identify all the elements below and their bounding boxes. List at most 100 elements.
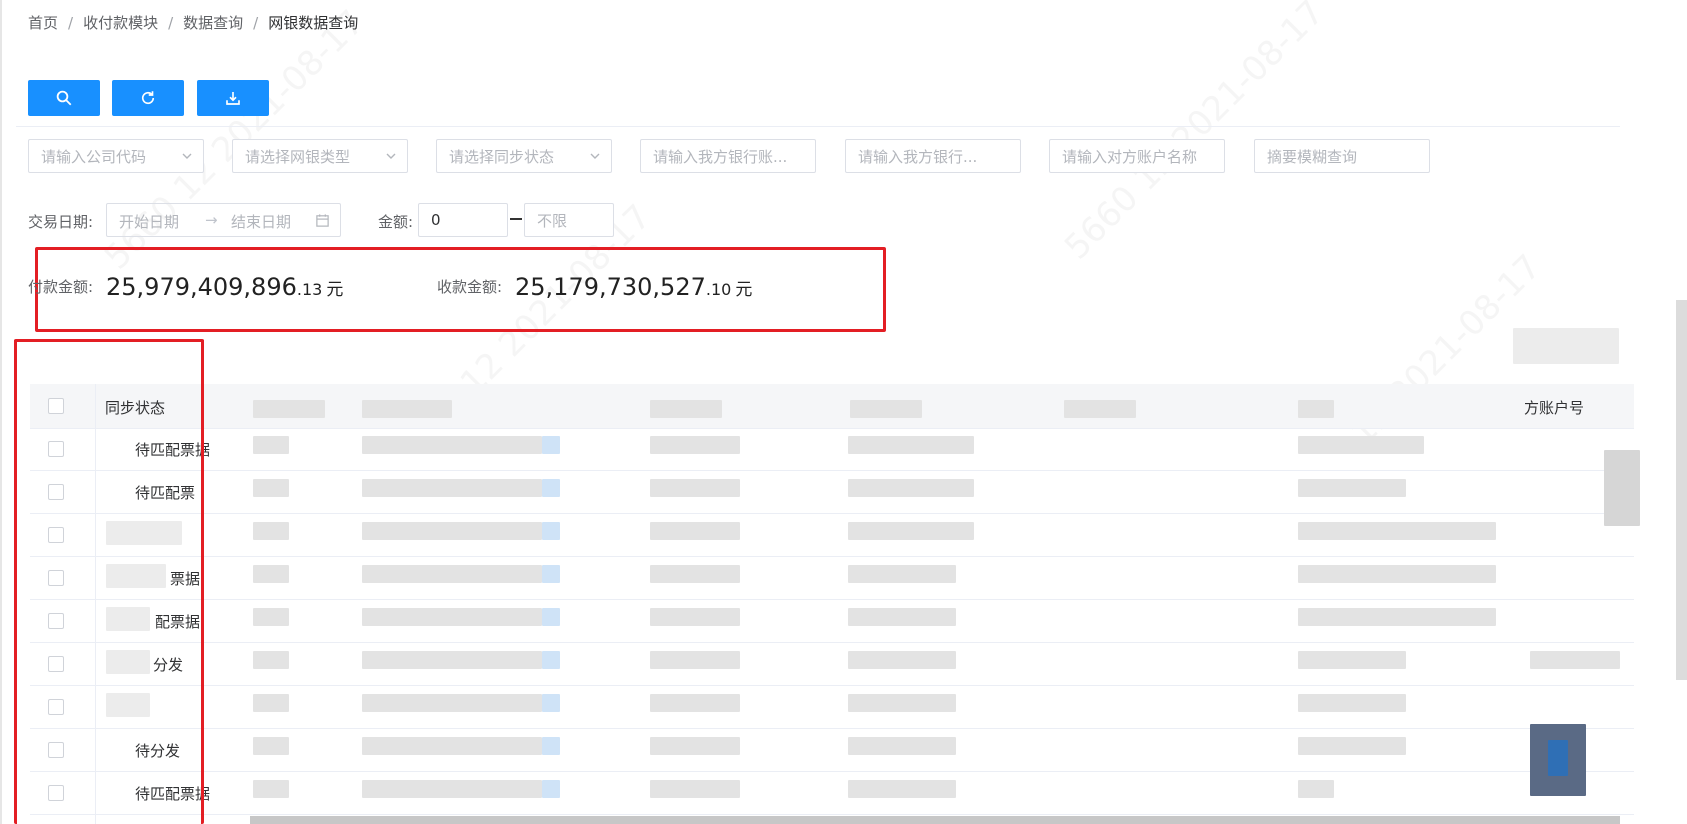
amount-label: 金额: bbox=[378, 213, 414, 231]
redacted-cell bbox=[253, 608, 289, 626]
range-arrow: → bbox=[205, 211, 218, 229]
redacted-header bbox=[1298, 400, 1334, 418]
redacted-cell bbox=[253, 651, 289, 669]
breadcrumb-separator: / bbox=[68, 13, 74, 32]
search-button[interactable] bbox=[28, 80, 100, 116]
redacted-cell bbox=[253, 565, 289, 583]
summary-search-placeholder: 摘要模糊查询 bbox=[1267, 147, 1358, 166]
bank-type-select[interactable]: 请选择网银类型 bbox=[232, 139, 408, 173]
redacted-cell bbox=[650, 608, 740, 626]
our-bank-account-input[interactable]: 请输入我方银行账... bbox=[640, 139, 816, 173]
redacted-cell bbox=[1604, 450, 1640, 526]
breadcrumb-data-query[interactable]: 数据查询 bbox=[183, 12, 243, 33]
receive-amount-integer: 25,179,730,527 bbox=[515, 273, 706, 301]
counterparty-name-input[interactable]: 请输入对方账户名称 bbox=[1049, 139, 1225, 173]
redacted-cell bbox=[1298, 608, 1496, 626]
amount-max-placeholder: 不限 bbox=[537, 211, 568, 230]
redacted-cell bbox=[362, 694, 542, 712]
search-icon bbox=[56, 90, 72, 106]
redacted-cell bbox=[650, 737, 740, 755]
our-bank-input[interactable]: 请输入我方银行... bbox=[845, 139, 1021, 173]
company-code-placeholder: 请输入公司代码 bbox=[41, 147, 147, 166]
redacted-cell bbox=[542, 651, 560, 669]
redacted-cell bbox=[848, 436, 974, 454]
sync-status-select[interactable]: 请选择同步状态 bbox=[436, 139, 612, 173]
redacted-cell bbox=[848, 694, 956, 712]
redacted-cell bbox=[1298, 479, 1406, 497]
redacted-cell bbox=[650, 479, 740, 497]
refresh-button[interactable] bbox=[112, 80, 184, 116]
redacted-header bbox=[850, 400, 922, 418]
header-counterparty-account[interactable]: 方账户号 bbox=[1524, 397, 1584, 418]
watermark: 5660 12 2021-08-17 bbox=[1056, 0, 1333, 268]
breadcrumb-payment-module[interactable]: 收付款模块 bbox=[83, 12, 158, 33]
redacted-cell bbox=[1298, 565, 1496, 583]
download-icon bbox=[226, 92, 240, 105]
redacted-cell bbox=[1530, 651, 1620, 669]
table-header: 同步状态 方账户号 bbox=[30, 384, 1634, 429]
trade-date-label: 交易日期: bbox=[28, 213, 94, 231]
amount-min-value: 0 bbox=[431, 211, 441, 229]
redacted-cell bbox=[542, 608, 560, 626]
redacted-cell bbox=[650, 780, 740, 798]
redacted-cell bbox=[1298, 780, 1334, 798]
redacted-cell bbox=[1298, 436, 1424, 454]
amount-min-input[interactable]: 0 bbox=[418, 203, 508, 237]
redacted-block bbox=[1513, 328, 1619, 364]
redacted-cell bbox=[848, 608, 956, 626]
sync-status-placeholder: 请选择同步状态 bbox=[449, 147, 555, 166]
redacted-cell bbox=[362, 565, 542, 583]
our-bank-placeholder: 请输入我方银行... bbox=[858, 147, 978, 166]
redacted-cell bbox=[253, 479, 289, 497]
redacted-header bbox=[362, 400, 452, 418]
pay-amount-decimal: .13 bbox=[296, 280, 323, 299]
amount-range-dash bbox=[510, 218, 522, 220]
start-date-placeholder: 开始日期 bbox=[119, 213, 180, 231]
counterparty-name-placeholder: 请输入对方账户名称 bbox=[1062, 147, 1198, 166]
redacted-cell bbox=[253, 522, 289, 540]
redacted-cell bbox=[542, 479, 560, 497]
redacted-cell bbox=[542, 694, 560, 712]
toolbar-divider bbox=[16, 126, 1620, 127]
redacted-cell bbox=[848, 565, 956, 583]
pay-amount-integer: 25,979,409,896 bbox=[106, 273, 297, 301]
redacted-cell bbox=[542, 780, 560, 798]
redacted-cell bbox=[362, 780, 542, 798]
breadcrumb-separator: / bbox=[168, 13, 174, 32]
receive-amount-unit: 元 bbox=[735, 280, 753, 300]
horizontal-scrollbar[interactable] bbox=[250, 816, 1620, 824]
breadcrumb-separator: / bbox=[253, 13, 259, 32]
redacted-cell bbox=[253, 780, 289, 798]
vertical-scrollbar[interactable] bbox=[1676, 300, 1687, 680]
breadcrumb: 首页 / 收付款模块 / 数据查询 / 网银数据查询 bbox=[28, 12, 358, 33]
calendar-icon bbox=[316, 214, 329, 227]
summary-search-input[interactable]: 摘要模糊查询 bbox=[1254, 139, 1430, 173]
left-edge bbox=[0, 0, 2, 824]
redacted-header bbox=[650, 400, 722, 418]
redacted-cell bbox=[848, 479, 974, 497]
company-code-select[interactable]: 请输入公司代码 bbox=[28, 139, 204, 173]
redacted-cell bbox=[253, 436, 289, 454]
redacted-cell bbox=[1298, 737, 1406, 755]
redacted-cell bbox=[542, 565, 560, 583]
export-button[interactable] bbox=[197, 80, 269, 116]
redacted-cell bbox=[542, 737, 560, 755]
page: 5660 12 2021-08-17 12 2021-08-17 5660 12… bbox=[0, 0, 1687, 824]
redacted-cell bbox=[362, 608, 542, 626]
redacted-cell bbox=[848, 522, 974, 540]
trade-date-range-picker[interactable]: 开始日期 → 结束日期 bbox=[106, 203, 341, 237]
chevron-down-icon bbox=[386, 153, 396, 159]
redacted-cell bbox=[542, 522, 560, 540]
receive-amount-decimal: .10 bbox=[705, 280, 732, 299]
redacted-avatar bbox=[1548, 740, 1568, 776]
redacted-cell bbox=[650, 522, 740, 540]
redacted-cell bbox=[1298, 694, 1406, 712]
breadcrumb-home[interactable]: 首页 bbox=[28, 12, 58, 33]
our-bank-account-placeholder: 请输入我方银行账... bbox=[653, 147, 788, 166]
receive-amount-label: 收款金额: bbox=[437, 278, 503, 296]
amount-max-input[interactable]: 不限 bbox=[524, 203, 614, 237]
redacted-header bbox=[1064, 400, 1136, 418]
pay-amount-unit: 元 bbox=[326, 280, 344, 300]
pay-amount-value: 25,979,409,896.13 元 bbox=[106, 273, 343, 301]
redacted-cell bbox=[253, 737, 289, 755]
